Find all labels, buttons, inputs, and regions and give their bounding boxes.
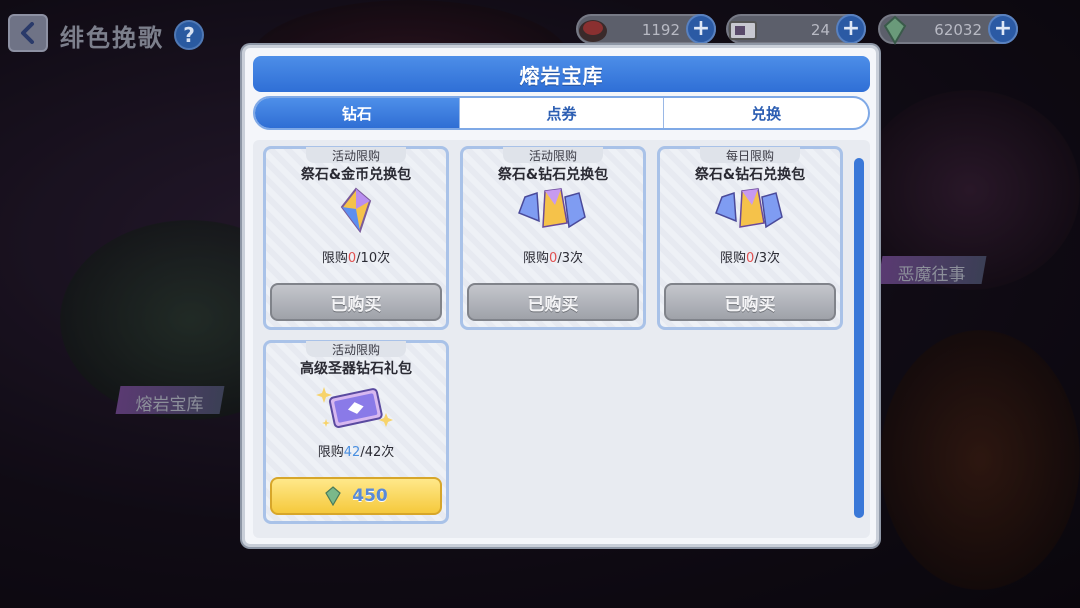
currency-stone-value: 1192 xyxy=(641,21,680,39)
shop-item-card: 活动限购 祭石&钻石兑换包 限购0/3次 已购买 xyxy=(460,146,646,330)
tab-voucher[interactable]: 点券 xyxy=(458,98,664,128)
buy-price-button[interactable]: 450 xyxy=(270,477,442,515)
item-name: 祭石&金币兑换包 xyxy=(300,167,412,183)
add-crystal-button[interactable]: + xyxy=(988,14,1018,44)
page-title: 绯色挽歌 xyxy=(60,24,164,52)
purchased-button[interactable]: 已购买 xyxy=(467,283,639,321)
currency-tabs: 钻石 点券 兑换 xyxy=(253,96,870,130)
triple-crystal-icon xyxy=(518,188,586,229)
purchase-limit: 限购0/3次 xyxy=(720,251,780,266)
dialog-title: 熔岩宝库 xyxy=(253,56,870,92)
help-button[interactable]: ? xyxy=(174,20,204,50)
map-label-demon-past[interactable]: 恶魔往事 xyxy=(877,256,987,285)
triple-crystal-icon xyxy=(715,188,783,229)
back-button[interactable] xyxy=(8,14,48,52)
add-ticket-button[interactable]: + xyxy=(836,14,866,44)
shop-dialog: 熔岩宝库 钻石 点券 兑换 活动限购 祭石&金币兑换包 限购0/10次 已购买 … xyxy=(242,45,879,547)
shop-item-card: 每日限购 祭石&钻石兑换包 限购0/3次 已购买 xyxy=(657,146,843,330)
map-label-lava-vault[interactable]: 熔岩宝库 xyxy=(115,386,225,415)
price-value: 450 xyxy=(352,486,388,506)
limit-tag: 活动限购 xyxy=(306,147,406,163)
scrollbar-thumb[interactable] xyxy=(854,158,864,518)
shop-item-card: 活动限购 祭石&金币兑换包 限购0/10次 已购买 xyxy=(263,146,449,330)
item-name: 高级圣器钻石礼包 xyxy=(300,361,412,377)
purchased-button[interactable]: 已购买 xyxy=(270,283,442,321)
scrollbar[interactable] xyxy=(854,158,864,518)
limit-tag: 活动限购 xyxy=(503,147,603,163)
limit-tag: 每日限购 xyxy=(700,147,800,163)
crystal-currency-icon xyxy=(883,15,907,45)
item-name: 祭石&钻石兑换包 xyxy=(497,167,609,183)
item-name: 祭石&钻石兑换包 xyxy=(694,167,806,183)
purchase-limit: 限购0/10次 xyxy=(321,251,391,266)
artifact-card-icon xyxy=(316,387,393,428)
currency-stone: 1192 + xyxy=(576,14,716,44)
currency-crystal: 62032 + xyxy=(878,14,1018,45)
single-crystal-icon xyxy=(340,187,372,233)
crystal-currency-icon xyxy=(325,486,342,506)
tab-exchange[interactable]: 兑换 xyxy=(663,98,868,128)
add-stone-button[interactable]: + xyxy=(686,14,716,44)
tab-diamond[interactable]: 钻石 xyxy=(255,98,459,128)
purchase-limit: 限购0/3次 xyxy=(523,251,583,266)
stone-currency-icon xyxy=(579,20,607,42)
shop-item-card: 活动限购 高级圣器钻石礼包 限购42/42次 450 xyxy=(263,340,449,524)
ticket-currency-icon xyxy=(729,21,757,40)
purchased-button[interactable]: 已购买 xyxy=(664,283,836,321)
item-grid[interactable]: 活动限购 祭石&金币兑换包 限购0/10次 已购买 活动限购 祭石&钻石兑换包 xyxy=(253,140,870,538)
currency-ticket-value: 24 xyxy=(810,21,830,39)
purchase-limit: 限购42/42次 xyxy=(317,445,395,460)
currency-ticket: 24 + xyxy=(726,14,866,44)
chevron-left-icon xyxy=(21,22,34,44)
currency-crystal-value: 62032 xyxy=(934,21,982,39)
limit-tag: 活动限购 xyxy=(306,341,406,357)
